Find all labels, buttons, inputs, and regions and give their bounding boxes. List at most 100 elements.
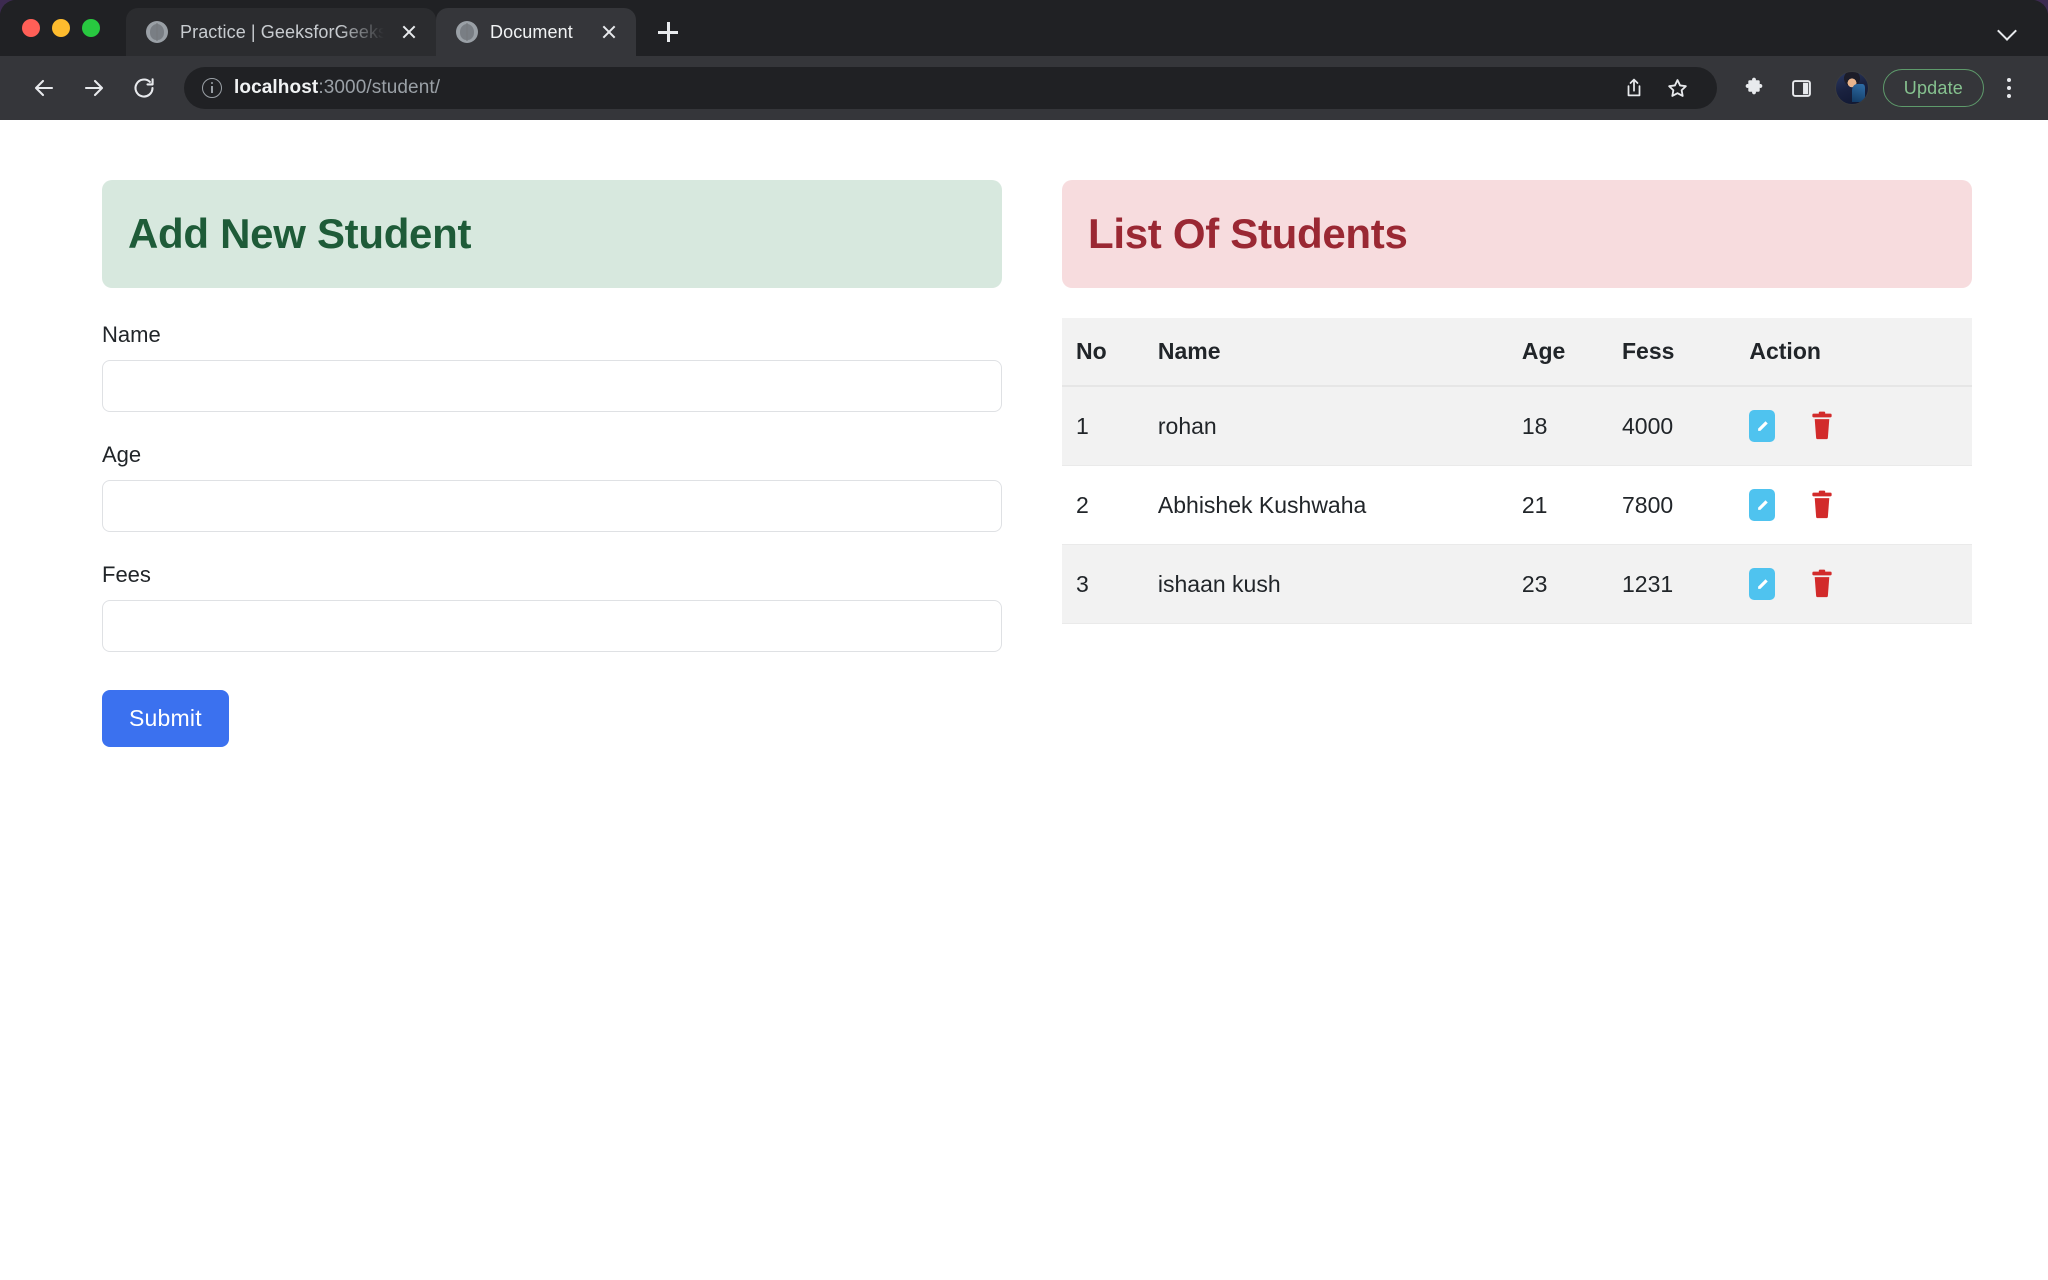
cell-age: 21 [1507,465,1608,545]
delete-button[interactable] [1807,567,1837,601]
side-panel-icon [1792,79,1812,97]
fees-input[interactable] [102,600,1002,652]
cell-fees: 7800 [1607,465,1736,545]
info-circle-icon[interactable] [202,78,222,98]
pencil-icon [1758,420,1768,431]
name-input[interactable] [102,360,1002,412]
share-button[interactable] [1613,67,1655,109]
side-panel-button[interactable] [1781,67,1823,109]
tab-list: Practice | GeeksforGeeks | A co Document [126,0,690,56]
kebab-dot [2007,78,2011,82]
cell-fees: 1231 [1607,544,1736,624]
column-header-action: Action [1735,318,1972,387]
cell-no: 3 [1062,544,1144,624]
bookmark-button[interactable] [1657,67,1699,109]
close-icon[interactable] [596,19,622,45]
delete-button[interactable] [1807,488,1837,522]
row-actions [1749,488,1958,522]
update-button[interactable]: Update [1882,69,1984,107]
back-button[interactable] [22,66,66,110]
browser-tab-2[interactable]: Document [436,8,636,56]
column-header-name: Name [1143,318,1508,387]
close-icon[interactable] [396,19,422,45]
cell-fees: 4000 [1607,386,1736,466]
table-row: 2 Abhishek Kushwaha 21 7800 [1062,465,1972,545]
browser-window: Practice | GeeksforGeeks | A co Document [0,0,2048,1280]
window-controls [22,0,126,56]
student-table-wrap: No Name Age Fess Action 1 rohan 18 4000 … [1062,318,1972,624]
forward-button[interactable] [72,66,116,110]
close-window-button[interactable] [22,19,40,37]
url-text: localhost:3000/student/ [234,77,440,99]
cell-age: 23 [1507,544,1608,624]
cell-name: rohan [1143,386,1508,466]
maximize-window-button[interactable] [82,19,100,37]
new-tab-button[interactable] [646,10,690,54]
cell-action [1735,544,1972,624]
column-header-fees: Fess [1607,318,1736,387]
update-button-label: Update [1903,77,1963,98]
tab-strip: Practice | GeeksforGeeks | A co Document [0,0,2048,56]
pencil-icon [1758,499,1768,510]
browser-tab-1[interactable]: Practice | GeeksforGeeks | A co [126,8,436,56]
globe-icon [146,21,168,43]
address-bar[interactable]: localhost:3000/student/ [184,67,1717,109]
edit-button[interactable] [1749,568,1776,600]
page-title: Add New Student [128,210,472,257]
student-list-header: List Of Students [1062,180,1972,288]
name-field-label: Name [102,322,161,347]
cell-no: 1 [1062,386,1144,466]
fees-field-label: Fees [102,562,151,587]
edit-button[interactable] [1749,489,1776,521]
table-row: 1 rohan 18 4000 [1062,386,1972,466]
cell-action [1735,465,1972,545]
table-body: 1 rohan 18 4000 2 Abhishek Kushwaha 21 7… [1062,386,1972,624]
url-host: localhost [234,77,319,98]
cell-no: 2 [1062,465,1144,545]
column-header-age: Age [1507,318,1608,387]
chevron-down-icon [1997,21,2017,41]
add-student-header: Add New Student [102,180,1002,288]
tab-title: Practice | GeeksforGeeks | A co [180,21,384,42]
tab-title: Document [490,21,573,42]
reload-icon [134,78,154,98]
pencil-icon [1758,578,1768,589]
globe-icon [456,21,478,43]
page-content: Add New Student Name Age Fees Submit Lis… [0,120,2048,747]
age-field-label: Age [102,442,142,467]
user-avatar[interactable] [1834,71,1869,105]
url-path: :3000/student/ [318,77,441,98]
delete-button[interactable] [1807,409,1837,443]
forward-arrow-icon [84,79,104,97]
age-input[interactable] [102,480,1002,532]
student-list-title: List Of Students [1088,210,1408,257]
tab-search-button[interactable] [1992,14,2024,46]
minimize-window-button[interactable] [52,19,70,37]
row-actions [1749,567,1958,601]
submit-button[interactable]: Submit [102,690,229,747]
reload-button[interactable] [122,66,166,110]
cell-name: ishaan kush [1143,544,1508,624]
extensions-button[interactable] [1733,67,1775,109]
star-icon [1668,78,1687,97]
omnibox-actions [1601,67,1699,109]
kebab-dot [2007,86,2011,90]
cell-name: Abhishek Kushwaha [1143,465,1508,545]
trash-icon [1812,490,1833,519]
back-arrow-icon [34,79,54,97]
browser-menu-button[interactable] [1992,66,2026,110]
add-student-form: Name Age Fees Submit [102,322,1002,747]
page-viewport: Add New Student Name Age Fees Submit Lis… [0,120,2048,1280]
column-header-no: No [1062,318,1144,387]
student-list-column: List Of Students No Name Age Fess Action… [1024,180,2048,747]
add-student-column: Add New Student Name Age Fees Submit [0,180,1024,747]
row-actions [1749,409,1958,443]
share-icon [1627,78,1641,97]
cell-action [1735,386,1972,466]
table-row: 3 ishaan kush 23 1231 [1062,544,1972,624]
puzzle-piece-icon [1745,77,1763,95]
edit-button[interactable] [1749,410,1776,442]
table-header-row: No Name Age Fess Action [1062,318,1972,387]
trash-icon [1812,411,1833,440]
cell-age: 18 [1507,386,1608,466]
